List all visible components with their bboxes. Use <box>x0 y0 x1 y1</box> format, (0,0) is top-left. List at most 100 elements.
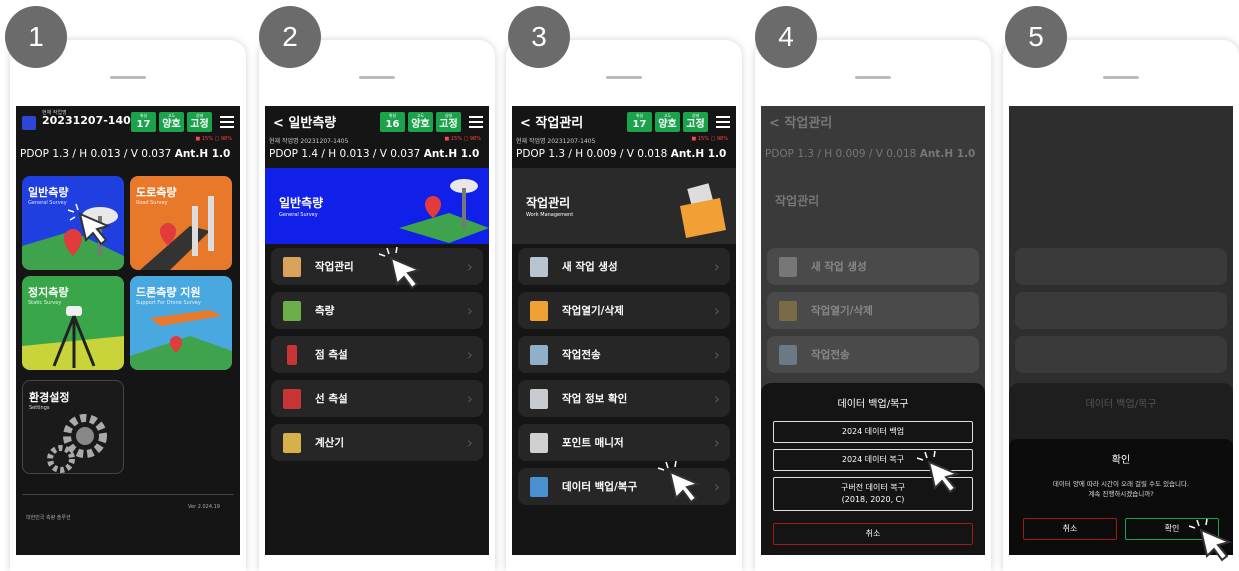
back-title-button[interactable]: < 일반측량 <box>273 112 336 131</box>
menu-label: 작업열기/삭제 <box>562 305 624 317</box>
pointer-cursor-icon <box>378 246 423 290</box>
menu-label: 작업 정보 확인 <box>562 393 628 405</box>
step-badge-3: 3 <box>508 6 570 68</box>
menu-label: 점 측설 <box>315 349 348 361</box>
hamburger-menu-icon[interactable] <box>469 116 483 128</box>
chevron-right-icon: › <box>713 477 720 496</box>
menu-item-transfer[interactable]: 작업전송 › <box>518 336 730 373</box>
pdop-readout: PDOP 1.3 / H 0.009 / V 0.018 Ant.H 1.0 <box>765 148 976 160</box>
menu-label: 측량 <box>315 305 335 317</box>
backup-2024-button[interactable]: 2024 데이터 백업 <box>773 421 973 443</box>
menu-item-line-stakeout[interactable]: 선 측설 › <box>271 380 483 417</box>
back-title-button[interactable]: < 작업관리 <box>769 112 832 131</box>
tile-static-survey[interactable]: 정지측량 Static Survey <box>22 276 124 370</box>
pointer-cursor-icon <box>1188 518 1233 562</box>
tile-settings[interactable]: 환경설정 Settings <box>22 380 124 474</box>
job-subtitle: 현재 작업명 20231207-1405 <box>516 138 596 145</box>
step-badge-2: 2 <box>259 6 321 68</box>
dialog-message: 데이터 양에 따라 시간이 오래 걸릴 수도 있습니다. 계속 진행하시겠습니까… <box>1052 480 1190 498</box>
back-title-button[interactable]: < 작업관리 <box>520 112 583 131</box>
menu-item-open-delete[interactable]: 작업열기/삭제 › <box>518 292 730 329</box>
menu-label: 포인트 매니저 <box>562 437 624 449</box>
document-icon <box>779 256 797 277</box>
open-folder-icon <box>530 300 548 321</box>
fix-status-badge: 상태 고정 <box>187 112 212 132</box>
menu-label: 작업전송 <box>562 349 601 361</box>
footer-text: 대한민국 측량 솔루션 <box>26 515 71 521</box>
battery-signal: ■ 15% □ 98% <box>691 136 728 142</box>
altitude-badge: 고도 양호 <box>159 112 184 132</box>
speaker-notch <box>606 76 642 79</box>
transfer-document-icon <box>530 344 548 365</box>
gnss-receiver-icon <box>399 179 489 243</box>
confirm-dialog-screen: 데이터 백업/복구 확인 데이터 양에 따라 시간이 오래 걸릴 수도 있습니다… <box>1009 106 1233 555</box>
satellite-badge: 위성 16 <box>380 112 405 132</box>
phone-step-2: < 일반측량 위성 16 고도 양호 상태 고정 현재 작업명 20231207-14… <box>259 40 495 571</box>
pointer-cursor-icon <box>916 450 961 494</box>
satellite-badge: 위성 17 <box>627 112 652 132</box>
menu-item-calculator[interactable]: 계산기 › <box>271 424 483 461</box>
menu-item-job-info[interactable]: 작업 정보 확인 › <box>518 380 730 417</box>
point-list-icon <box>530 432 548 453</box>
dialog-title: 확인 <box>1111 455 1131 466</box>
altitude-badge: 고도 양호 <box>408 112 433 132</box>
cancel-button[interactable]: 취소 <box>773 523 973 545</box>
menu-item-point-manager[interactable]: 포인트 매니저 › <box>518 424 730 461</box>
battery-signal: ■ 15% □ 98% <box>195 136 232 142</box>
tile-road-survey[interactable]: 도로측량 Road Survey <box>130 176 232 270</box>
chevron-right-icon: › <box>466 433 473 452</box>
gear-icon <box>47 414 107 473</box>
section-banner: 작업관리 Work Management <box>512 168 736 244</box>
speaker-notch <box>855 76 891 79</box>
sheet-title-dimmed: 데이터 백업/복구 <box>1085 399 1157 410</box>
tripod-icon <box>22 306 124 370</box>
document-icon <box>779 344 797 365</box>
flag-icon <box>287 344 297 365</box>
general-survey-screen: < 일반측량 위성 16 고도 양호 상태 고정 현재 작업명 20231207-14… <box>265 106 489 555</box>
menu-item-dimmed <box>1015 336 1227 373</box>
job-subtitle: 현재 작업명 20231207-1405 <box>269 138 349 145</box>
phone-step-5: 데이터 백업/복구 확인 데이터 양에 따라 시간이 오래 걸릴 수도 있습니다… <box>1003 40 1239 571</box>
banner-subtitle: General Survey <box>279 212 318 218</box>
new-document-icon <box>530 256 548 277</box>
menu-label: 계산기 <box>315 437 344 449</box>
chevron-right-icon: › <box>466 257 473 276</box>
sheet-title: 데이터 백업/복구 <box>837 399 909 410</box>
road-icon <box>140 196 214 270</box>
chevron-right-icon: › <box>466 301 473 320</box>
menu-item-point-stakeout[interactable]: 점 측설 › <box>271 336 483 373</box>
step-badge-5: 5 <box>1005 6 1067 68</box>
section-banner: 일반측량 General Survey <box>265 168 489 244</box>
chevron-right-icon: › <box>713 301 720 320</box>
cancel-button[interactable]: 취소 <box>1023 518 1117 540</box>
app-header: < 일반측량 위성 16 고도 양호 상태 고정 현재 작업명 20231207-14… <box>265 106 489 168</box>
app-header: 현재 작업명 20231207-1405 위성 17 고도 양호 상태 고정 ■ 15… <box>16 106 240 168</box>
pdop-readout: PDOP 1.3 / H 0.009 / V 0.018 Ant.H 1.0 <box>516 148 727 160</box>
pointer-cursor-icon <box>67 203 112 246</box>
menu-item-new-job[interactable]: 새 작업 생성 › <box>518 248 730 285</box>
fix-status-badge: 상태 고정 <box>436 112 461 132</box>
hamburger-menu-icon[interactable] <box>716 116 730 128</box>
gnss-status-badges: 위성 16 고도 양호 상태 고정 <box>380 112 461 132</box>
satellite-badge: 위성 17 <box>131 112 156 132</box>
hamburger-menu-icon[interactable] <box>220 116 234 128</box>
menu-item-survey[interactable]: 측량 › <box>271 292 483 329</box>
info-document-icon <box>530 388 548 409</box>
pdop-readout: PDOP 1.4 / H 0.013 / V 0.037 Ant.H 1.0 <box>269 148 480 160</box>
gnss-status-badges: 위성 17 고도 양호 상태 고정 <box>627 112 708 132</box>
tile-drone-survey[interactable]: 드론측량 지원 Support For Drone Survey <box>130 276 232 370</box>
pointer-cursor-icon <box>657 460 702 504</box>
speaker-notch <box>1103 76 1139 79</box>
app-logo-icon <box>22 116 36 130</box>
banner-title-dimmed: 작업관리 <box>775 194 820 208</box>
pdop-readout: PDOP 1.3 / H 0.013 / V 0.037 Ant.H 1.0 <box>20 148 231 160</box>
database-icon <box>530 476 548 497</box>
chevron-right-icon: › <box>466 345 473 364</box>
step-badge-1: 1 <box>5 6 67 68</box>
folder-icon <box>779 300 797 321</box>
calculator-icon <box>283 432 301 453</box>
phone-step-3: < 작업관리 위성 17 고도 양호 상태 고정 현재 작업명 20231207-14… <box>506 40 742 571</box>
speaker-notch <box>110 76 146 79</box>
menu-item-dimmed: 작업전송 <box>767 336 979 373</box>
app-header-dimmed: < 작업관리 PDOP 1.3 / H 0.009 / V 0.018 Ant.… <box>761 106 985 168</box>
